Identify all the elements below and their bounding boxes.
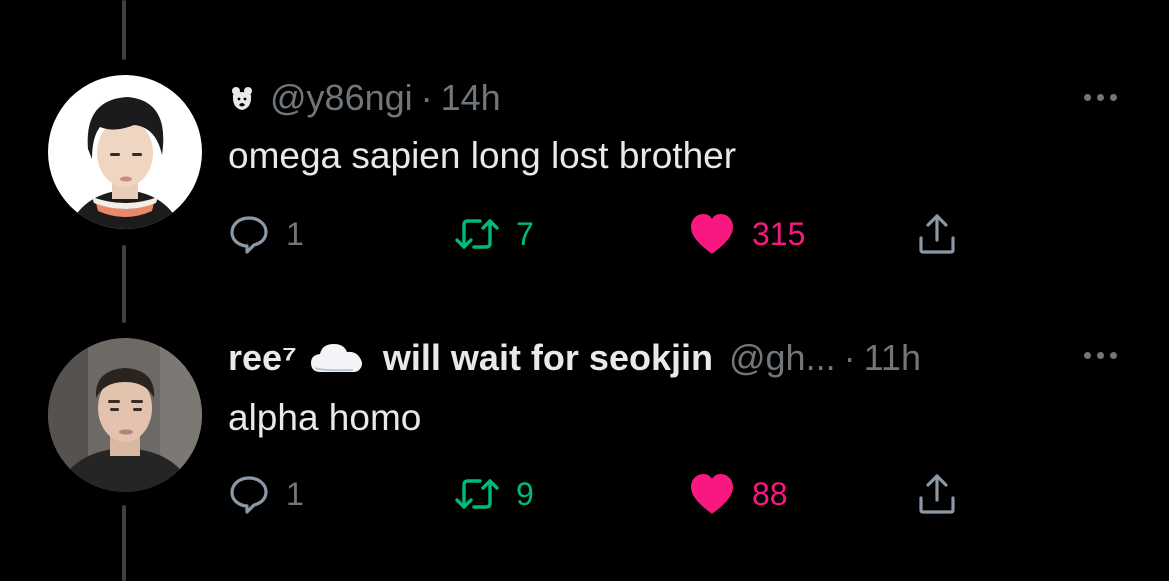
avatar[interactable]: [48, 338, 202, 492]
avatar[interactable]: [48, 75, 202, 229]
retweet-button[interactable]: 9: [454, 470, 534, 518]
separator-dot: ·: [420, 77, 433, 118]
share-icon: [919, 474, 955, 514]
retweet-count: 7: [516, 215, 534, 252]
user-handle[interactable]: @y86ngi: [270, 78, 413, 118]
tweet-header: ree⁷ will wait for seokjin @gh... · 11h: [228, 338, 921, 378]
tweet-actions: 1 7 315: [228, 210, 988, 258]
share-button[interactable]: [916, 470, 958, 518]
separator-dot: ·: [843, 337, 856, 378]
reply-button[interactable]: 1: [228, 470, 304, 518]
cloud-emoji-icon: [309, 340, 365, 376]
heart-icon: [691, 474, 733, 514]
retweet-icon: [455, 479, 499, 509]
display-name-suffix[interactable]: will wait for seokjin: [383, 338, 713, 378]
reply-count: 1: [286, 215, 304, 252]
tweet-header: @y86ngi · 14h: [228, 78, 501, 118]
reply-count: 1: [286, 475, 304, 512]
retweet-button[interactable]: 7: [454, 210, 534, 258]
like-count: 88: [752, 475, 788, 512]
tweet-2[interactable]: ree⁷ will wait for seokjin @gh... · 11h …: [0, 290, 1169, 581]
tweet-1[interactable]: @y86ngi · 14h omega sapien long lost bro…: [0, 0, 1169, 290]
retweet-count: 9: [516, 475, 534, 512]
share-button[interactable]: [916, 210, 958, 258]
reply-icon: [230, 216, 268, 254]
like-count: 315: [752, 215, 806, 252]
more-options-icon[interactable]: [1082, 88, 1119, 107]
like-button[interactable]: 315: [688, 210, 805, 258]
more-options-icon[interactable]: [1082, 346, 1119, 365]
share-icon: [919, 214, 955, 254]
heart-icon: [691, 214, 733, 254]
retweet-icon: [455, 219, 499, 249]
reply-button[interactable]: 1: [228, 210, 304, 258]
tweet-timestamp[interactable]: 11h: [864, 338, 921, 378]
tweet-actions: 1 9 88: [228, 470, 988, 518]
reply-icon: [230, 476, 268, 514]
tweet-timestamp[interactable]: 14h: [441, 78, 501, 118]
like-button[interactable]: 88: [688, 470, 788, 518]
tweet-text: omega sapien long lost brother: [228, 135, 737, 176]
tweet-text: alpha homo: [228, 397, 422, 438]
bear-emoji-icon: [228, 84, 256, 112]
display-name[interactable]: ree⁷: [228, 338, 297, 378]
user-handle[interactable]: @gh...: [729, 338, 836, 378]
